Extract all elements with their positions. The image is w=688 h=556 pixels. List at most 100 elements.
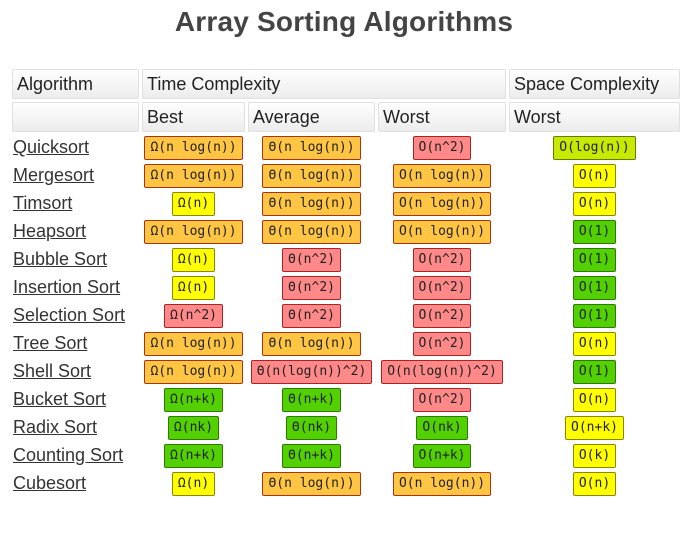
space-cell: O(log(n)) — [509, 135, 680, 160]
header-algorithm: Algorithm — [12, 69, 139, 99]
algorithm-link[interactable]: Counting Sort — [13, 445, 123, 465]
complexity-badge: Ω(n) — [171, 191, 216, 216]
worst-cell: O(nk) — [378, 415, 506, 440]
avg-cell: Θ(n^2) — [248, 247, 375, 272]
complexity-badge: O(n log(n)) — [392, 191, 492, 216]
algorithm-cell: Bucket Sort — [12, 387, 139, 412]
worst-cell: O(n^2) — [378, 275, 506, 300]
best-cell: Ω(n+k) — [142, 443, 245, 468]
complexity-badge: Ω(n log(n)) — [144, 331, 243, 356]
complexity-badge: Θ(n+k) — [282, 387, 341, 412]
complexity-badge: O(n+k) — [565, 415, 624, 440]
complexity-badge: Θ(n^2) — [282, 275, 341, 300]
worst-cell: O(n^2) — [378, 303, 506, 328]
table-row: Bucket Sort Ω(n+k) Θ(n+k) O(n^2) O(n) — [12, 387, 680, 412]
complexity-badge: O(1) — [572, 359, 617, 384]
complexity-badge: O(n) — [572, 191, 617, 216]
header-empty — [12, 102, 139, 132]
complexity-badge: Θ(n log(n)) — [262, 135, 361, 160]
space-cell: O(1) — [509, 303, 680, 328]
complexity-badge: Θ(n^2) — [282, 303, 341, 328]
avg-cell: Θ(n(log(n))^2) — [248, 359, 375, 384]
complexity-badge: Ω(n+k) — [164, 387, 223, 412]
complexity-badge: O(nk) — [416, 415, 468, 440]
header-time-complexity: Time Complexity — [142, 69, 506, 99]
space-cell: O(n) — [509, 331, 680, 356]
complexity-badge: O(n log(n)) — [392, 163, 492, 188]
algorithm-link[interactable]: Heapsort — [13, 221, 86, 241]
algorithm-link[interactable]: Mergesort — [13, 165, 94, 185]
avg-cell: Θ(n log(n)) — [248, 191, 375, 216]
best-cell: Ω(nk) — [142, 415, 245, 440]
best-cell: Ω(n log(n)) — [142, 135, 245, 160]
algorithm-cell: Heapsort — [12, 219, 139, 244]
avg-cell: Θ(n+k) — [248, 387, 375, 412]
algorithm-link[interactable]: Quicksort — [13, 137, 89, 157]
best-cell: Ω(n+k) — [142, 387, 245, 412]
worst-cell: O(n log(n)) — [378, 219, 506, 244]
worst-cell: O(n^2) — [378, 387, 506, 412]
best-cell: Ω(n log(n)) — [142, 331, 245, 356]
algorithm-link[interactable]: Bucket Sort — [13, 389, 106, 409]
table-row: Tree Sort Ω(n log(n)) Θ(n log(n)) O(n^2) O(n… — [12, 331, 680, 356]
best-cell: Ω(n log(n)) — [142, 163, 245, 188]
space-cell: O(1) — [509, 359, 680, 384]
table-row: Shell Sort Ω(n log(n)) Θ(n(log(n))^2) O(n(l… — [12, 359, 680, 384]
space-cell: O(1) — [509, 275, 680, 300]
worst-cell: O(n^2) — [378, 247, 506, 272]
complexity-badge: Θ(n+k) — [282, 443, 341, 468]
table-row: Bubble Sort Ω(n) Θ(n^2) O(n^2) O(1) — [12, 247, 680, 272]
complexity-badge: O(n^2) — [412, 303, 472, 328]
best-cell: Ω(n) — [142, 247, 245, 272]
complexity-badge: Ω(n) — [171, 275, 216, 300]
avg-cell: Θ(n+k) — [248, 443, 375, 468]
complexity-badge: Θ(n log(n)) — [262, 163, 361, 188]
algorithm-link[interactable]: Cubesort — [13, 473, 86, 493]
algorithm-link[interactable]: Tree Sort — [13, 333, 87, 353]
space-cell: O(n) — [509, 471, 680, 496]
best-cell: Ω(n^2) — [142, 303, 245, 328]
algorithm-link[interactable]: Bubble Sort — [13, 249, 107, 269]
complexity-badge: O(1) — [572, 247, 617, 272]
space-cell: O(n+k) — [509, 415, 680, 440]
avg-cell: Θ(n^2) — [248, 275, 375, 300]
space-cell: O(1) — [509, 219, 680, 244]
space-cell: O(1) — [509, 247, 680, 272]
table-row: Selection Sort Ω(n^2) Θ(n^2) O(n^2) O(1) — [12, 303, 680, 328]
algorithm-link[interactable]: Insertion Sort — [13, 277, 120, 297]
worst-cell: O(n(log(n))^2) — [378, 359, 506, 384]
avg-cell: Θ(n^2) — [248, 303, 375, 328]
algorithm-cell: Timsort — [12, 191, 139, 216]
complexity-badge: Θ(n log(n)) — [262, 331, 361, 356]
worst-cell: O(n log(n)) — [378, 163, 506, 188]
worst-cell: O(n^2) — [378, 331, 506, 356]
complexity-badge: Ω(n) — [171, 471, 216, 496]
table-row: Heapsort Ω(n log(n)) Θ(n log(n)) O(n log(n)… — [12, 219, 680, 244]
complexity-badge: Θ(n log(n)) — [262, 471, 361, 496]
algorithm-cell: Counting Sort — [12, 443, 139, 468]
table-row: Timsort Ω(n) Θ(n log(n)) O(n log(n)) O(n) — [12, 191, 680, 216]
table-row: Mergesort Ω(n log(n)) Θ(n log(n)) O(n log(n… — [12, 163, 680, 188]
algorithm-cell: Selection Sort — [12, 303, 139, 328]
header-row-2: Best Average Worst Worst — [12, 102, 680, 132]
table-row: Quicksort Ω(n log(n)) Θ(n log(n)) O(n^2) O(l… — [12, 135, 680, 160]
best-cell: Ω(n log(n)) — [142, 359, 245, 384]
algorithm-link[interactable]: Timsort — [13, 193, 72, 213]
table-body: Quicksort Ω(n log(n)) Θ(n log(n)) O(n^2) O(l… — [12, 135, 680, 496]
complexity-badge: O(n) — [572, 471, 617, 496]
algorithm-link[interactable]: Selection Sort — [13, 305, 125, 325]
table-row: Radix Sort Ω(nk) Θ(nk) O(nk) O(n+k) — [12, 415, 680, 440]
worst-cell: O(n+k) — [378, 443, 506, 468]
header-space-worst: Worst — [509, 102, 680, 132]
space-cell: O(k) — [509, 443, 680, 468]
complexity-badge: Θ(n log(n)) — [262, 191, 361, 216]
complexity-badge: Ω(n log(n)) — [144, 135, 243, 160]
complexity-badge: O(1) — [572, 219, 617, 244]
avg-cell: Θ(n log(n)) — [248, 163, 375, 188]
complexity-badge: O(n log(n)) — [392, 471, 492, 496]
algorithm-link[interactable]: Radix Sort — [13, 417, 97, 437]
header-best: Best — [142, 102, 245, 132]
header-worst: Worst — [378, 102, 506, 132]
complexity-badge: Ω(n log(n)) — [144, 359, 243, 384]
algorithm-link[interactable]: Shell Sort — [13, 361, 91, 381]
